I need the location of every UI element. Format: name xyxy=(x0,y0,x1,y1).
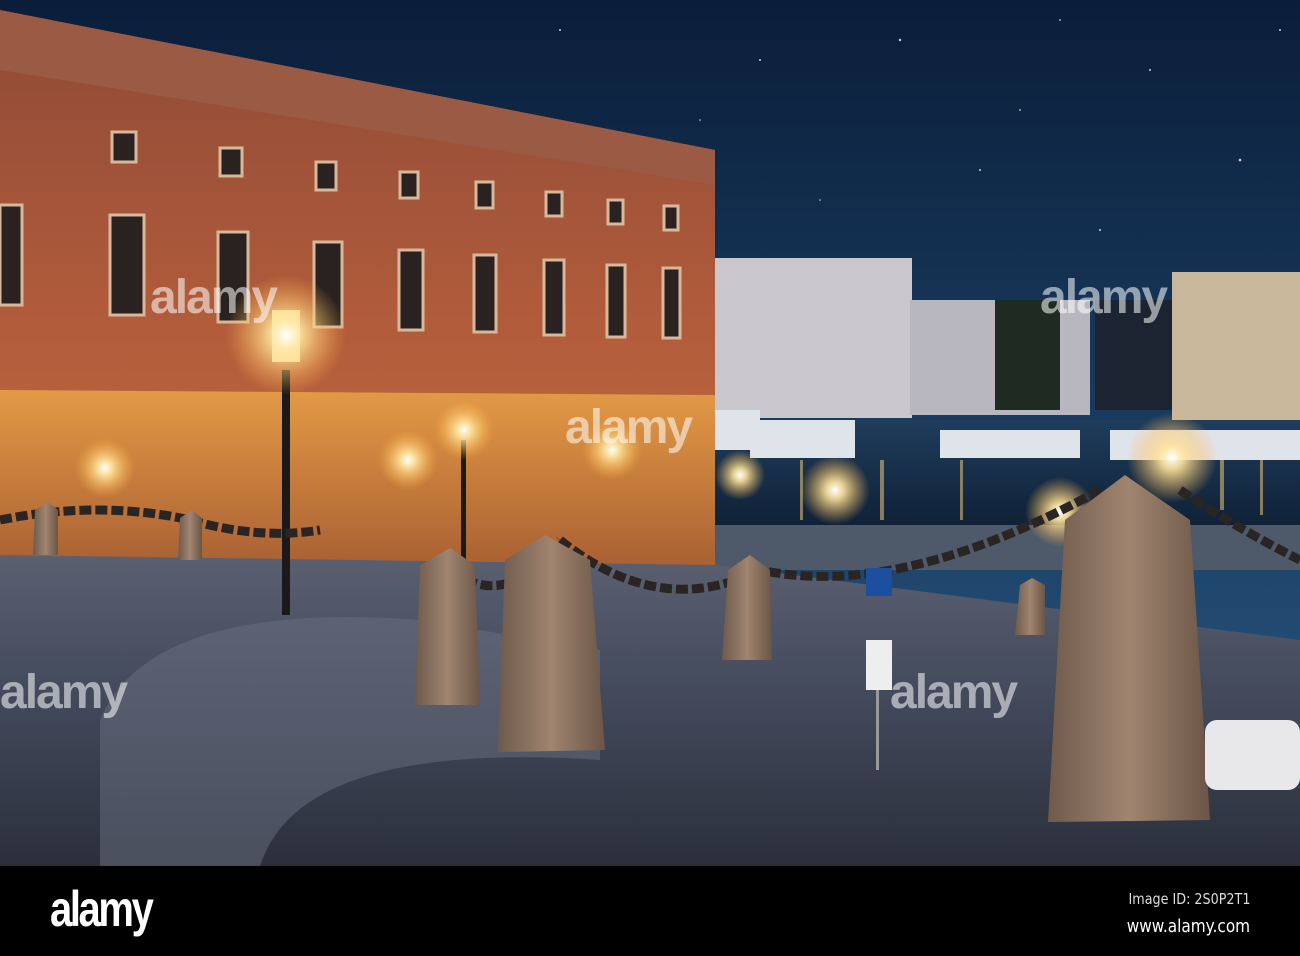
parked-car xyxy=(1205,720,1300,790)
watermark: alamy xyxy=(1040,271,1168,324)
watermark: alamy xyxy=(890,666,1018,719)
alamy-logo: alamy xyxy=(50,881,154,937)
image-id: Image ID: 2S0P2T1 xyxy=(1128,890,1250,908)
watermark: alamy xyxy=(0,666,128,719)
watermark: alamy xyxy=(565,401,693,454)
watermark: alamy xyxy=(150,271,278,324)
footer-bar: alamy Image ID: 2S0P2T1 www.alamy.com xyxy=(0,866,1300,956)
site-url: www.alamy.com xyxy=(1126,916,1250,937)
